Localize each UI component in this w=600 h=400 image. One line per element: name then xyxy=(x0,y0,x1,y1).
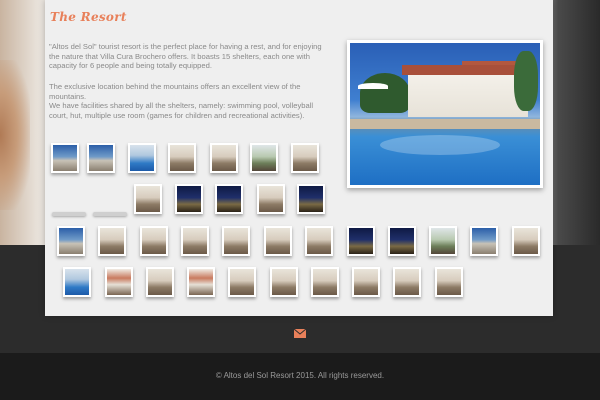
gallery-thumbnail[interactable] xyxy=(51,143,79,173)
gallery-thumbnail[interactable] xyxy=(291,143,319,173)
featured-photo[interactable] xyxy=(347,40,543,188)
thumbnail-image xyxy=(514,228,538,254)
gallery-thumbnail[interactable] xyxy=(128,143,156,173)
thumbnail-image xyxy=(100,228,124,254)
gallery-thumbnail[interactable] xyxy=(250,143,278,173)
gallery-thumbnail[interactable] xyxy=(393,267,421,297)
thumbnail-image xyxy=(472,228,496,254)
gallery-thumbnail[interactable] xyxy=(215,184,243,214)
gallery-thumbnail[interactable] xyxy=(388,226,416,256)
page-title: The Resort xyxy=(50,10,127,24)
gallery-thumbnail[interactable] xyxy=(63,267,91,297)
gallery-thumbnail[interactable] xyxy=(222,226,250,256)
gallery-thumbnail[interactable] xyxy=(257,184,285,214)
thumbnail-image xyxy=(313,269,337,295)
thumbnail-image xyxy=(230,269,254,295)
gallery-thumbnail[interactable] xyxy=(264,226,292,256)
thumbnail-image xyxy=(59,228,83,254)
thumbnail-image xyxy=(177,186,201,212)
gallery-thumbnail[interactable] xyxy=(146,267,174,297)
thumbnail-image xyxy=(349,228,373,254)
mail-icon[interactable] xyxy=(294,329,306,338)
thumbnail-image xyxy=(354,269,378,295)
gallery-thumbnail[interactable] xyxy=(175,184,203,214)
thumbnail-image xyxy=(266,228,290,254)
intro-paragraph: "Altos del Sol" tourist resort is the pe… xyxy=(49,42,322,71)
thumbnail-image xyxy=(293,145,317,171)
thumbnail-image xyxy=(431,228,455,254)
gallery-thumbnail[interactable] xyxy=(270,267,298,297)
thumbnail-image xyxy=(142,228,166,254)
thumbnail-image xyxy=(65,269,89,295)
gallery-thumbnail[interactable] xyxy=(210,143,238,173)
mail-icon-glyph xyxy=(294,329,306,338)
gallery-thumbnail[interactable] xyxy=(429,226,457,256)
thumbnail-image xyxy=(136,186,160,212)
gallery-thumbnail[interactable] xyxy=(98,226,126,256)
gallery-thumbnail[interactable] xyxy=(140,226,168,256)
thumbnail-image xyxy=(252,145,276,171)
copyright-text: © Altos del Sol Resort 2015. All rights … xyxy=(215,371,385,380)
tree-shape xyxy=(360,73,410,113)
thumbnail-image xyxy=(224,228,248,254)
pool-deck-shape xyxy=(350,119,540,129)
gallery-thumbnail[interactable] xyxy=(87,143,115,173)
gallery-thumbnail[interactable] xyxy=(187,267,215,297)
thumbnail-image xyxy=(395,269,419,295)
gallery-thumbnail[interactable] xyxy=(347,226,375,256)
pool-reflection-shape xyxy=(380,135,500,155)
location-paragraph: The exclusive location behind the mounta… xyxy=(49,82,314,120)
thumbnail-image xyxy=(272,269,296,295)
thumbnail-image xyxy=(183,228,207,254)
gallery-thumbnail[interactable] xyxy=(435,267,463,297)
palm-shape xyxy=(514,51,538,111)
thumbnail-image xyxy=(107,269,131,295)
thumbnail-image xyxy=(148,269,172,295)
thumbnail-image xyxy=(307,228,331,254)
gallery-thumbnail[interactable] xyxy=(168,143,196,173)
gallery-thumbnail[interactable] xyxy=(297,184,325,214)
umbrella-shape xyxy=(358,83,388,89)
gallery-thumbnail[interactable] xyxy=(311,267,339,297)
thumbnail-image xyxy=(170,145,194,171)
content-panel: The Resort "Altos del Sol" tourist resor… xyxy=(45,0,553,316)
building-shape xyxy=(402,65,534,117)
thumbnail-image xyxy=(437,269,461,295)
background-left-blur xyxy=(0,60,30,210)
gallery-thumbnail[interactable] xyxy=(470,226,498,256)
thumbnail-image xyxy=(212,145,236,171)
gallery-thumbnail[interactable] xyxy=(57,226,85,256)
gallery-thumbnail[interactable] xyxy=(134,184,162,214)
gallery-thumbnail[interactable] xyxy=(228,267,256,297)
thumbnail-image xyxy=(53,145,77,171)
thumbnail-image xyxy=(217,186,241,212)
resort-pool-photo xyxy=(350,43,540,185)
thumbnail-image xyxy=(89,145,113,171)
gallery-thumbnail[interactable] xyxy=(512,226,540,256)
gallery-thumbnail[interactable] xyxy=(352,267,380,297)
gallery-nav-bar[interactable] xyxy=(93,212,127,216)
gallery-thumbnail[interactable] xyxy=(105,267,133,297)
gallery-thumbnail[interactable] xyxy=(305,226,333,256)
gallery-nav-bar[interactable] xyxy=(52,212,86,216)
thumbnail-image xyxy=(189,269,213,295)
thumbnail-image xyxy=(299,186,323,212)
thumbnail-image xyxy=(390,228,414,254)
thumbnail-image xyxy=(130,145,154,171)
thumbnail-image xyxy=(259,186,283,212)
gallery-thumbnail[interactable] xyxy=(181,226,209,256)
